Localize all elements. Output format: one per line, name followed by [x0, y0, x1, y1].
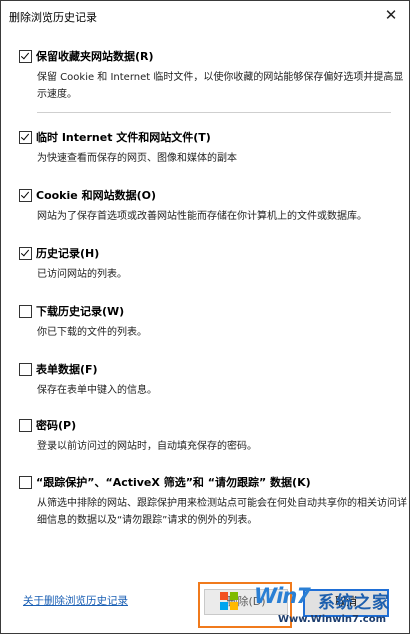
option-description: 登录以前访问过的网站时，自动填充保存的密码。 [37, 441, 257, 452]
title-bar: 删除浏览历史记录 ✕ [1, 1, 409, 31]
about-deleting-history-link[interactable]: 关于删除浏览历史记录 [23, 593, 128, 608]
option-label[interactable]: Cookie 和网站数据(O) [36, 187, 156, 203]
tracking-protection-checkbox[interactable] [19, 475, 32, 489]
delete-browsing-history-dialog: 删除浏览历史记录 ✕ 保留收藏夹网站数据(R) 保留 Cookie 和 Inte… [0, 0, 410, 634]
option-passwords: 密码(P) 登录以前访问过的网站时，自动填充保存的密码。 [19, 417, 399, 455]
temporary-files-checkbox[interactable] [19, 130, 32, 144]
option-label[interactable]: 历史记录(H) [36, 245, 99, 261]
option-label[interactable]: 表单数据(F) [36, 361, 98, 377]
option-label[interactable]: 下载历史记录(W) [36, 303, 124, 319]
history-checkbox[interactable] [19, 246, 32, 260]
option-description: 你已下载的文件的列表。 [37, 327, 147, 338]
option-description: 网站为了保存首选项或改善网站性能而存储在你计算机上的文件或数据库。 [37, 211, 367, 222]
option-preserve-favorites: 保留收藏夹网站数据(R) 保留 Cookie 和 Internet 临时文件，以… [19, 48, 403, 103]
passwords-checkbox[interactable] [19, 418, 32, 432]
option-temporary-files: 临时 Internet 文件和网站文件(T) 为快速查看而保存的网页、图像和媒体… [19, 129, 399, 167]
delete-button[interactable]: 删除(D) [204, 589, 288, 615]
divider [37, 112, 391, 113]
cookies-checkbox[interactable] [19, 188, 32, 202]
option-label[interactable]: 密码(P) [36, 417, 76, 433]
option-description: 为快速查看而保存的网页、图像和媒体的副本 [37, 153, 237, 164]
option-label[interactable]: “跟踪保护”、“ActiveX 筛选”和 “请勿跟踪” 数据(K) [36, 474, 311, 490]
option-download-history: 下载历史记录(W) 你已下载的文件的列表。 [19, 303, 399, 341]
form-data-checkbox[interactable] [19, 362, 32, 376]
preserve-favorites-checkbox[interactable] [19, 49, 32, 63]
cancel-button[interactable]: 取消 [303, 589, 389, 617]
option-form-data: 表单数据(F) 保存在表单中键入的信息。 [19, 361, 399, 399]
option-history: 历史记录(H) 已访问网站的列表。 [19, 245, 399, 283]
close-button[interactable]: ✕ [379, 4, 403, 28]
option-description: 从筛选中排除的网站、跟踪保护用来检测站点可能会在何处自动共享你的相关访问详细信息… [37, 498, 407, 526]
dialog-title: 删除浏览历史记录 [9, 11, 97, 24]
option-cookies: Cookie 和网站数据(O) 网站为了保存首选项或改善网站性能而存储在你计算机… [19, 187, 399, 225]
option-description: 已访问网站的列表。 [37, 269, 127, 280]
option-description: 保留 Cookie 和 Internet 临时文件，以使你收藏的网站能够保存偏好… [37, 72, 404, 100]
download-history-checkbox[interactable] [19, 304, 32, 318]
option-label[interactable]: 临时 Internet 文件和网站文件(T) [36, 129, 211, 145]
option-description: 保存在表单中键入的信息。 [37, 385, 157, 396]
option-tracking-protection: “跟踪保护”、“ActiveX 筛选”和 “请勿跟踪” 数据(K) 从筛选中排除… [19, 474, 407, 529]
option-label[interactable]: 保留收藏夹网站数据(R) [36, 48, 154, 64]
